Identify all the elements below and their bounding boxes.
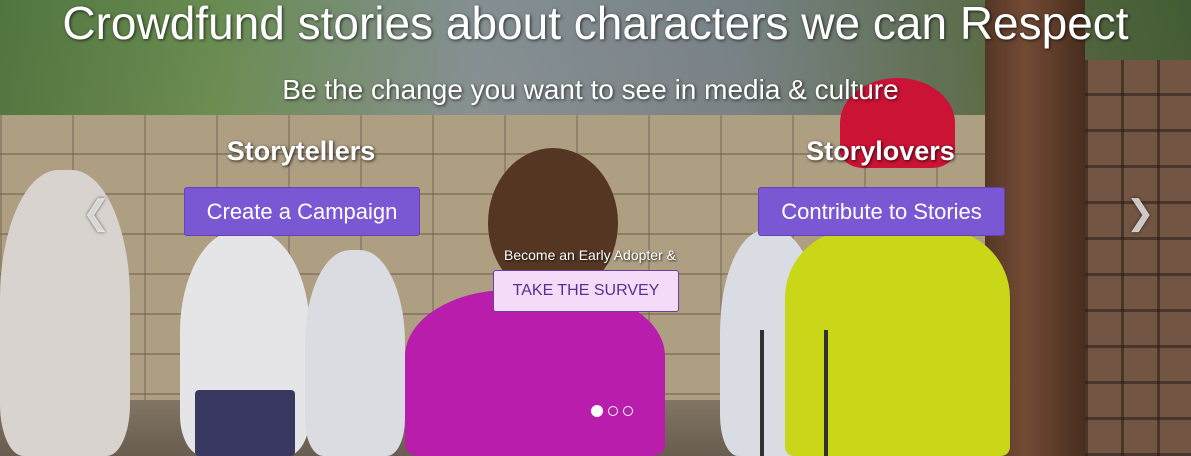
- carousel-indicator-dot[interactable]: [608, 406, 618, 416]
- hero-title: Crowdfund stories about characters we ca…: [62, 0, 1129, 49]
- take-survey-button[interactable]: TAKE THE SURVEY: [493, 270, 679, 312]
- chevron-right-icon[interactable]: ❯: [1126, 196, 1155, 230]
- early-adopter-note: Become an Early Adopter &: [504, 247, 676, 263]
- carousel-indicator-dot[interactable]: [591, 405, 603, 417]
- hero-carousel: Crowdfund stories about characters we ca…: [0, 0, 1191, 456]
- storytellers-heading: Storytellers: [226, 136, 376, 166]
- hero-subtitle: Be the change you want to see in media &…: [282, 74, 899, 105]
- contribute-to-stories-button[interactable]: Contribute to Stories: [758, 187, 1005, 236]
- storylovers-heading: Storylovers: [806, 136, 955, 166]
- photo-overlay: [0, 0, 1191, 456]
- carousel-indicators: [591, 405, 633, 417]
- chevron-left-icon[interactable]: ❮: [82, 196, 111, 230]
- carousel-indicator-dot[interactable]: [623, 406, 633, 416]
- create-campaign-button[interactable]: Create a Campaign: [184, 187, 420, 236]
